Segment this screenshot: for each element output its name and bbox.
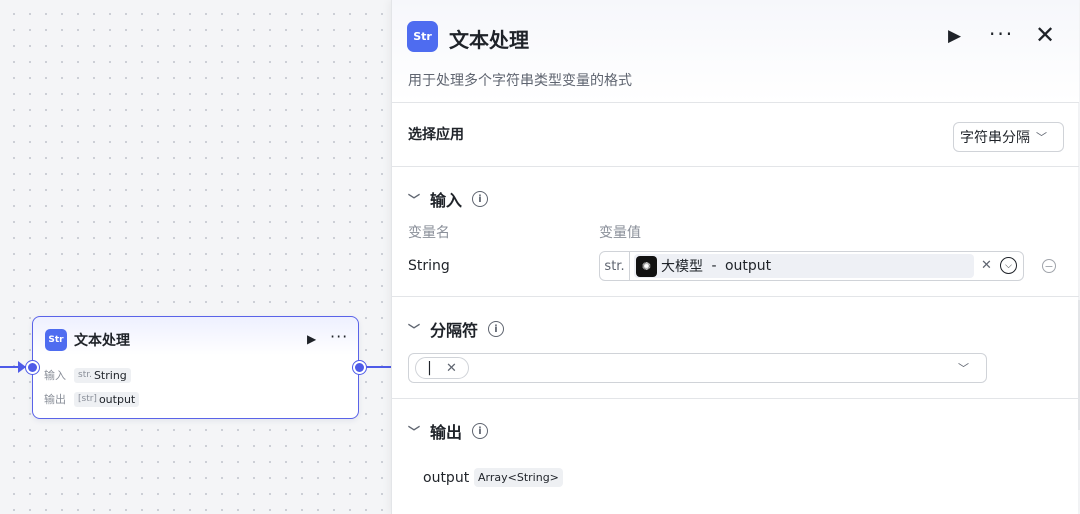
tag-remove-icon[interactable]: ✕ [446, 361, 457, 376]
close-icon[interactable]: ✕ [1035, 21, 1055, 49]
output-var-type: Array<String> [474, 468, 563, 487]
input-section-title: 输入 [430, 191, 463, 210]
node-run-icon[interactable]: ▶ [307, 332, 316, 346]
node-output-tag: [str] output [74, 391, 140, 407]
remove-row-icon[interactable]: − [1042, 259, 1056, 273]
separator-select[interactable]: | ✕ ﹀ [408, 353, 987, 383]
node-output-label: 输出 [44, 393, 66, 406]
info-icon[interactable]: i [488, 321, 505, 337]
output-section-header[interactable]: ﹀ 输出 i [408, 419, 489, 443]
select-app-label: 选择应用 [408, 127, 464, 143]
llm-icon: ✺ [636, 255, 657, 277]
var-value-field[interactable]: str. ✺ 大模型 - output ✕ ⌵ [599, 251, 1024, 281]
var-ref-separator: - [707, 258, 721, 274]
node-input-label: 输入 [44, 369, 66, 382]
chevron-down-icon[interactable]: ﹀ [408, 321, 420, 338]
output-var-name: output [423, 470, 470, 486]
output-section-title: 输出 [430, 423, 463, 442]
incoming-edge-arrow [18, 361, 26, 373]
separator-section-header[interactable]: ﹀ 分隔符 i [408, 317, 505, 341]
info-icon[interactable]: i [472, 191, 489, 207]
more-icon[interactable]: ··· [989, 22, 1014, 46]
node-output-port[interactable] [353, 361, 366, 374]
var-ref-field: output [724, 258, 772, 274]
output-section: ﹀ 输出 i output Array<String> [392, 399, 1079, 514]
str-icon: Str [45, 329, 67, 351]
chevron-down-icon[interactable]: ﹀ [958, 360, 969, 376]
node-input-tag: str. String [74, 367, 131, 383]
node-settings-panel: Str 文本处理 ▶ ··· ✕ 用于处理多个字符串类型变量的格式 选择应用 字… [391, 0, 1079, 514]
clear-icon[interactable]: ✕ [981, 258, 992, 273]
app-select-value: 字符串分隔 [960, 130, 1030, 146]
node-input-port[interactable] [26, 361, 39, 374]
var-name-column-label: 变量名 [408, 225, 450, 241]
separator-tag[interactable]: | ✕ [415, 357, 469, 379]
select-app-section: 选择应用 字符串分隔 ﹀ [392, 103, 1079, 167]
var-type-badge: str. [600, 252, 630, 280]
var-name: String [408, 258, 450, 274]
node-input-value: String [93, 368, 127, 382]
var-ref-source: 大模型 [661, 259, 703, 275]
node-title: 文本处理 [74, 333, 130, 349]
variable-picker-icon[interactable]: ⌵ [1000, 257, 1017, 274]
node-more-icon[interactable]: ··· [330, 327, 348, 346]
chevron-down-icon[interactable]: ﹀ [408, 423, 420, 440]
text-processing-node[interactable]: Str 文本处理 ▶ ··· 输入 str. String 输出 [str] o… [32, 316, 359, 419]
panel-title: 文本处理 [449, 28, 529, 52]
separator-section: ﹀ 分隔符 i | ✕ ﹀ [392, 297, 1079, 399]
panel-header: Str 文本处理 ▶ ··· ✕ 用于处理多个字符串类型变量的格式 [392, 0, 1079, 103]
input-section: ﹀ 输入 i 变量名 变量值 String str. ✺ 大模型 - outpu… [392, 167, 1079, 297]
chevron-down-icon[interactable]: ﹀ [408, 191, 420, 208]
var-reference-tag[interactable]: ✺ 大模型 - output [634, 254, 974, 278]
separator-tag-value: | [427, 360, 432, 376]
outgoing-edge [364, 366, 394, 368]
str-type-icon: str. [78, 370, 92, 380]
node-output-value: output [98, 392, 136, 406]
str-icon: Str [407, 21, 438, 52]
node-output-row: 输出 [str] output [44, 391, 140, 407]
app-select[interactable]: 字符串分隔 ﹀ [953, 122, 1064, 152]
separator-section-title: 分隔符 [430, 321, 479, 340]
node-input-row: 输入 str. String [44, 367, 131, 383]
run-icon[interactable]: ▶ [948, 26, 961, 46]
array-str-type-icon: [str] [78, 394, 97, 404]
var-value-column-label: 变量值 [599, 225, 641, 241]
panel-description: 用于处理多个字符串类型变量的格式 [408, 73, 632, 89]
input-section-header[interactable]: ﹀ 输入 i [408, 187, 489, 211]
chevron-down-icon: ﹀ [1036, 131, 1047, 144]
info-icon[interactable]: i [472, 423, 489, 439]
